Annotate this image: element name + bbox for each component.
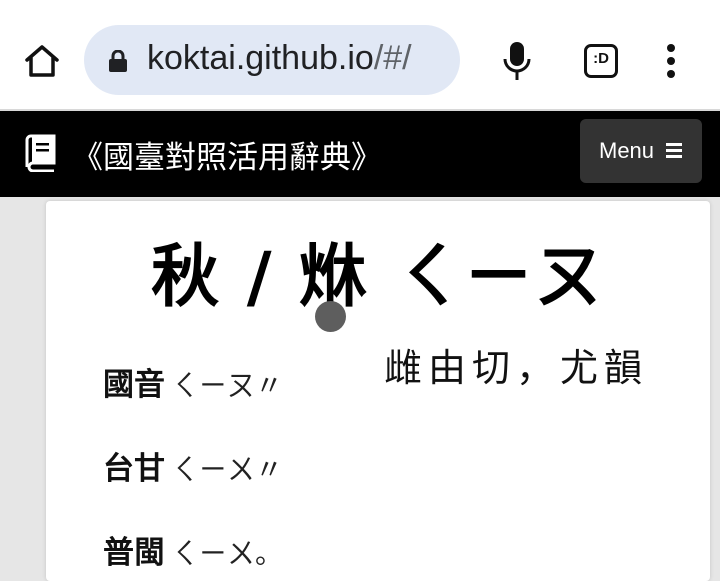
address-bar[interactable]: koktai.github.io/#/ xyxy=(84,25,460,95)
fanqie-reading: 雌由切，尤韻 xyxy=(384,346,649,390)
reading-value: ㄑㄧㄨ。 xyxy=(171,537,284,570)
reading-value: ㄑㄧㄡ〃 xyxy=(171,369,284,402)
url-path: /#/ xyxy=(373,39,412,77)
site-title[interactable]: 《國臺對照活用辭典》 xyxy=(72,132,382,177)
url-text[interactable]: koktai.github.io/#/ xyxy=(147,39,412,78)
more-vert-icon[interactable] xyxy=(664,44,678,78)
microphone-icon[interactable] xyxy=(502,40,532,82)
reading-row: 國音 ㄑㄧㄡ〃 xyxy=(103,359,283,404)
entry-headword: 秋 / 烌 ㄑㄧㄡ xyxy=(151,238,605,317)
reading-label: 國音 xyxy=(103,367,165,403)
reading-row: 普閩 ㄑㄧㄨ。 xyxy=(103,527,283,572)
browser-toolbar: koktai.github.io/#/ :D xyxy=(0,0,720,109)
reading-label: 普閩 xyxy=(103,535,165,571)
site-navbar: 《國臺對照活用辭典》 Menu xyxy=(0,111,720,197)
touch-indicator xyxy=(315,301,346,332)
lock-icon[interactable] xyxy=(108,50,128,72)
menu-button[interactable]: Menu xyxy=(580,119,702,183)
extension-label: :D xyxy=(593,50,609,67)
entry-card: 秋 / 烌 ㄑㄧㄡ 雌由切，尤韻 國音 ㄑㄧㄡ〃 台甘 ㄑㄧㄨ〃 普閩 ㄑㄧㄨ。 xyxy=(46,201,710,581)
reading-value: ㄑㄧㄨ〃 xyxy=(171,453,284,486)
reading-label: 台甘 xyxy=(103,451,165,487)
home-icon[interactable] xyxy=(24,43,60,79)
menu-label: Menu xyxy=(599,138,655,163)
extension-icon[interactable]: :D xyxy=(584,44,618,78)
reading-row: 台甘 ㄑㄧㄨ〃 xyxy=(103,443,283,488)
book-icon xyxy=(25,134,56,172)
bars-icon xyxy=(666,143,682,159)
url-host: koktai.github.io xyxy=(147,39,374,77)
